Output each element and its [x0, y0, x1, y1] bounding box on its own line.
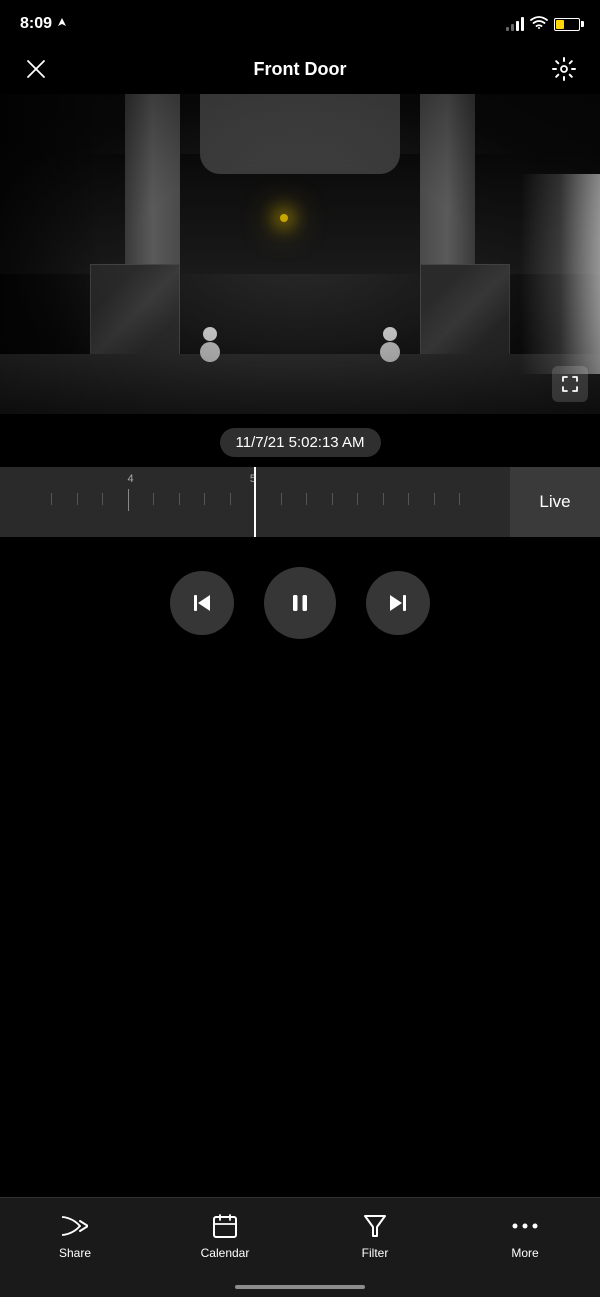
pause-button[interactable]	[264, 567, 336, 639]
wifi-icon	[530, 15, 548, 34]
time-display: 8:09	[20, 15, 52, 33]
middle-area	[0, 659, 600, 1009]
live-label: Live	[539, 492, 570, 512]
camera-feed	[0, 94, 600, 414]
playhead[interactable]	[254, 467, 256, 537]
battery-icon	[554, 18, 580, 31]
nav-label-filter: Filter	[362, 1246, 389, 1260]
nav-label-share: Share	[59, 1246, 91, 1260]
nav-item-filter[interactable]: Filter	[335, 1212, 415, 1260]
page-title: Front Door	[254, 59, 347, 80]
more-icon	[511, 1212, 539, 1240]
timeline-container[interactable]: 4 5 Live	[0, 467, 600, 537]
timeline-label-4: 4	[128, 473, 134, 485]
calendar-icon	[211, 1212, 239, 1240]
status-icons	[506, 15, 580, 34]
timestamp-display: 11/7/21 5:02:13 AM	[220, 428, 381, 457]
fullscreen-button[interactable]	[552, 366, 588, 402]
timeline-track[interactable]: 4 5	[0, 467, 510, 537]
skip-forward-icon	[384, 589, 412, 617]
nav-item-share[interactable]: Share	[35, 1212, 115, 1260]
bottom-nav: Share Calendar Filter	[0, 1197, 600, 1297]
fullscreen-icon	[560, 374, 580, 394]
nav-label-calendar: Calendar	[201, 1246, 250, 1260]
header: Front Door	[0, 44, 600, 94]
video-player[interactable]	[0, 94, 600, 414]
playback-controls	[0, 537, 600, 659]
signal-icon	[506, 17, 524, 31]
timestamp-bar: 11/7/21 5:02:13 AM	[0, 414, 600, 467]
location-arrow-icon	[57, 17, 67, 31]
nav-item-more[interactable]: More	[485, 1212, 565, 1260]
skip-back-icon	[188, 589, 216, 617]
close-icon	[25, 58, 47, 80]
fisheye-overlay	[0, 94, 600, 414]
live-button[interactable]: Live	[510, 467, 600, 537]
share-icon	[61, 1212, 89, 1240]
pause-icon	[284, 587, 316, 619]
settings-button[interactable]	[548, 53, 580, 85]
more-dots-icon	[512, 1221, 538, 1231]
skip-back-button[interactable]	[170, 571, 234, 635]
share-icon-svg	[62, 1213, 88, 1239]
nav-item-calendar[interactable]: Calendar	[185, 1212, 265, 1260]
close-button[interactable]	[20, 53, 52, 85]
filter-icon-svg	[363, 1213, 387, 1239]
filter-icon	[361, 1212, 389, 1240]
settings-icon	[551, 56, 577, 82]
status-time: 8:09	[20, 15, 67, 33]
status-bar: 8:09	[0, 0, 600, 44]
home-indicator	[235, 1285, 365, 1289]
skip-forward-button[interactable]	[366, 571, 430, 635]
calendar-icon-svg	[212, 1213, 238, 1239]
nav-label-more: More	[511, 1246, 538, 1260]
